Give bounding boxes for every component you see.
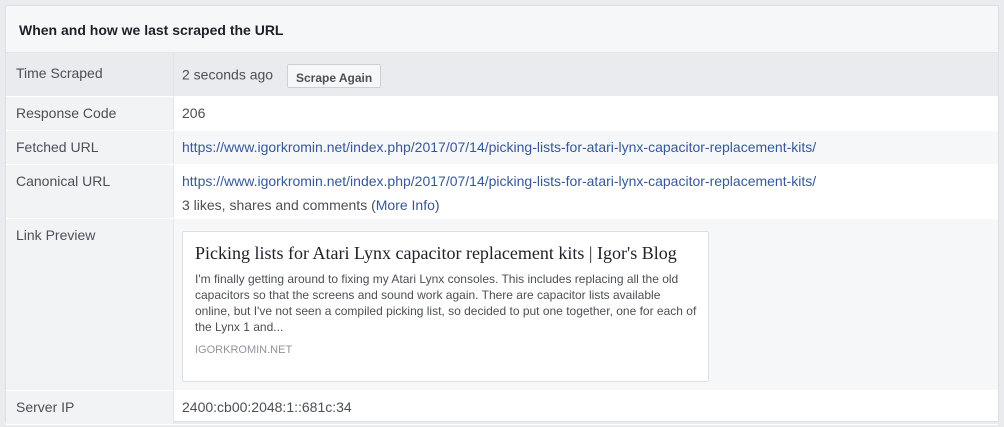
fetched-url-value-cell: https://www.igorkromin.net/index.php/201… (174, 131, 998, 164)
preview-description: I'm finally getting around to fixing my … (195, 272, 697, 334)
time-scraped-label: Time Scraped (6, 53, 174, 96)
server-ip-value: 2400:cb00:2048:1::681c:34 (182, 399, 352, 415)
engagement-stats-text: 3 likes, shares and comments ( (182, 197, 376, 213)
server-ip-label: Server IP (6, 391, 174, 424)
row-canonical-url: Canonical URL https://www.igorkromin.net… (6, 165, 998, 219)
panel-title: When and how we last scraped the URL (6, 6, 998, 53)
fetched-url-link[interactable]: https://www.igorkromin.net/index.php/201… (182, 139, 816, 155)
scrape-info-panel: When and how we last scraped the URL Tim… (5, 5, 999, 425)
fetched-url-label: Fetched URL (6, 131, 174, 164)
link-preview-value-cell: Picking lists for Atari Lynx capacitor r… (174, 219, 998, 390)
time-scraped-value: 2 seconds ago (182, 66, 274, 83)
engagement-stats-close: ) (434, 197, 440, 213)
preview-title: Picking lists for Atari Lynx capacitor r… (195, 243, 677, 263)
link-preview-card[interactable]: Picking lists for Atari Lynx capacitor r… (182, 231, 709, 382)
preview-domain: IGORKROMIN.NET (195, 344, 293, 356)
link-preview-label: Link Preview (6, 219, 174, 390)
engagement-stats: 3 likes, shares and comments (More Info) (182, 197, 998, 213)
scrape-again-button[interactable]: Scrape Again (286, 64, 382, 88)
canonical-url-value-cell: https://www.igorkromin.net/index.php/201… (174, 165, 998, 218)
row-server-ip: Server IP 2400:cb00:2048:1::681c:34 (6, 391, 998, 425)
time-scraped-value-cell: 2 seconds ago Scrape Again (174, 53, 998, 96)
canonical-url-link[interactable]: https://www.igorkromin.net/index.php/201… (182, 173, 816, 189)
row-fetched-url: Fetched URL https://www.igorkromin.net/i… (6, 131, 998, 165)
row-link-preview: Link Preview Picking lists for Atari Lyn… (6, 219, 998, 391)
row-response-code: Response Code 206 (6, 97, 998, 131)
response-code-value: 206 (182, 105, 206, 121)
canonical-url-label: Canonical URL (6, 165, 174, 218)
response-code-label: Response Code (6, 97, 174, 130)
more-info-link[interactable]: More Info (376, 197, 435, 213)
row-time-scraped: Time Scraped 2 seconds ago Scrape Again (6, 53, 998, 97)
